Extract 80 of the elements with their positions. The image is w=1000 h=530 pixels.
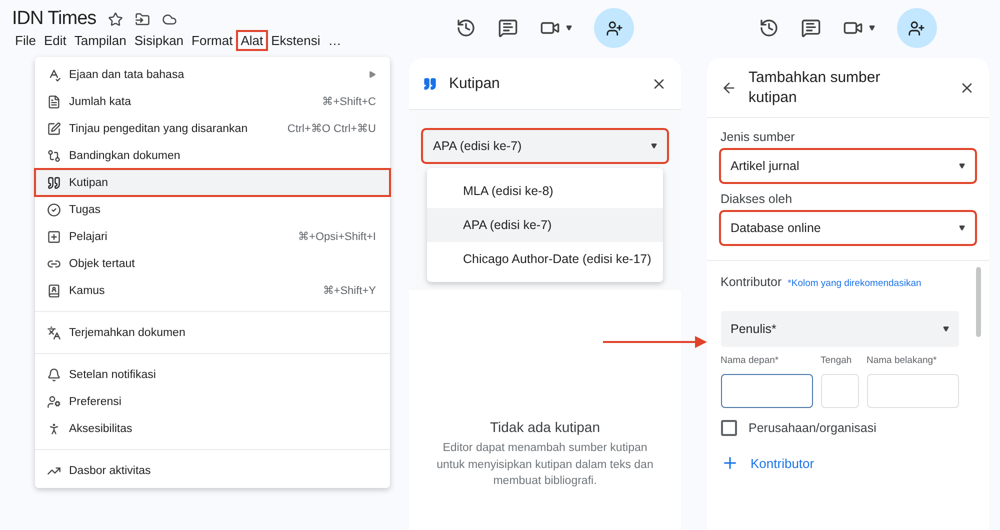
- menu-item[interactable]: File: [12, 32, 39, 49]
- source-select[interactable]: Artikel jurnal: [720, 150, 974, 182]
- dropdown-option[interactable]: Chicago Author-Date (edisi ke-17): [427, 242, 663, 276]
- shortcut-text: ⌘+Shift+C: [322, 95, 376, 108]
- menu-item[interactable]: Setelan notifikasi: [35, 361, 390, 388]
- add-person-icon: [908, 20, 925, 36]
- history-icon[interactable]: [758, 18, 778, 38]
- checkbox[interactable]: [720, 420, 736, 436]
- plus-square-icon: [47, 230, 61, 244]
- name-input[interactable]: [720, 374, 812, 408]
- menu-item[interactable]: Tugas: [35, 196, 390, 223]
- menu-item[interactable]: Preferensi: [35, 388, 390, 415]
- spellcheck-icon: [47, 68, 61, 82]
- menu-item[interactable]: Ejaan dan tata bahasa: [35, 61, 390, 88]
- cloud-icon[interactable]: [162, 12, 178, 26]
- menu-item[interactable]: Tinjau pengeditan yang disarankan Ctrl+⌘O Ctrl+⌘U: [35, 115, 390, 142]
- menu-item[interactable]: Jumlah kata ⌘+Shift+C: [35, 88, 390, 115]
- menu-item[interactable]: …: [325, 32, 344, 49]
- section-title: Kontributor: [720, 275, 782, 289]
- menu-item[interactable]: Objek tertaut: [35, 250, 390, 277]
- menu-item[interactable]: Pelajari ⌘+Opsi+Shift+I: [35, 223, 390, 250]
- menu-item[interactable]: Bandingkan dokumen: [35, 142, 390, 169]
- translate-icon: [47, 326, 61, 340]
- empty-message: Editor dapat menambah sumber kutipan untuk menyisipkan kutipan dalam teks dan membuat bibliografi.: [436, 440, 654, 490]
- user-gear-icon: [47, 394, 61, 408]
- folder-icon[interactable]: [135, 12, 150, 26]
- shortcut-text: Ctrl+⌘O Ctrl+⌘U: [287, 122, 376, 135]
- share-button[interactable]: [594, 8, 634, 48]
- book-icon: [47, 284, 61, 298]
- check-circle-icon: [47, 202, 61, 216]
- checkbox-label: Perusahaan/organisasi: [748, 421, 876, 435]
- name-label: Nama belakang*: [866, 355, 938, 366]
- quote-icon: [423, 76, 437, 90]
- caret-icon[interactable]: [566, 25, 572, 31]
- menu-item[interactable]: Tampilan: [71, 32, 130, 49]
- menu-item[interactable]: Kamus ⌘+Shift+Y: [35, 277, 390, 304]
- comment-icon[interactable]: [498, 18, 518, 38]
- document-title[interactable]: IDN Times: [12, 8, 96, 30]
- field-label: Jenis sumber: [720, 130, 796, 144]
- dropdown-option[interactable]: MLA (edisi ke-8): [427, 174, 663, 208]
- person-icon: [47, 422, 61, 436]
- menu-item[interactable]: Terjemahkan dokumen: [35, 319, 390, 346]
- quote-icon: [47, 176, 61, 190]
- compare-icon: [47, 148, 61, 162]
- bell-icon: [47, 368, 61, 382]
- caret-icon[interactable]: [868, 25, 874, 31]
- dropdown-option[interactable]: APA (edisi ke-7): [427, 208, 663, 242]
- share-button[interactable]: [896, 8, 936, 48]
- role-select[interactable]: Penulis*: [720, 311, 958, 347]
- menu-item[interactable]: Edit: [40, 32, 70, 49]
- menu-item[interactable]: Dasbor aktivitas: [35, 457, 390, 484]
- menu-item[interactable]: Format: [188, 32, 236, 49]
- caret-icon: [958, 225, 964, 231]
- panel-title: Tambahkan sumber kutipan: [748, 68, 882, 107]
- caret-icon: [942, 326, 948, 332]
- menu-item[interactable]: Sisipkan: [131, 32, 187, 49]
- caret-icon: [651, 143, 657, 149]
- field-label: Diakses oleh: [720, 192, 794, 206]
- caret-icon: [958, 163, 964, 169]
- menu-item[interactable]: Alat: [238, 32, 266, 49]
- name-label: Nama depan*: [720, 355, 780, 366]
- name-label: Tengah: [820, 355, 853, 366]
- history-icon[interactable]: [456, 18, 476, 38]
- pen-icon: [47, 122, 61, 136]
- menu-item[interactable]: Ekstensi: [268, 32, 324, 49]
- document-icon: [47, 94, 61, 108]
- add-contributor-button[interactable]: Kontributor: [720, 450, 814, 476]
- empty-title: Tidak ada kutipan: [489, 418, 601, 435]
- style-select[interactable]: APA (edisi ke-7): [423, 130, 667, 162]
- source-select[interactable]: Database online: [720, 212, 974, 244]
- shortcut-text: ⌘+Shift+Y: [322, 284, 376, 297]
- back-icon[interactable]: [720, 80, 736, 96]
- panel-title: Kutipan: [449, 74, 501, 94]
- shortcut-text: ⌘+Opsi+Shift+I: [298, 230, 376, 243]
- menu-item[interactable]: Aksesibilitas: [35, 415, 390, 442]
- note-text: *Kolom yang direkomendasikan: [788, 278, 922, 289]
- comment-icon[interactable]: [800, 18, 820, 38]
- star-icon[interactable]: [108, 12, 124, 26]
- add-person-icon: [606, 20, 622, 36]
- menu-item[interactable]: Kutipan: [35, 169, 390, 196]
